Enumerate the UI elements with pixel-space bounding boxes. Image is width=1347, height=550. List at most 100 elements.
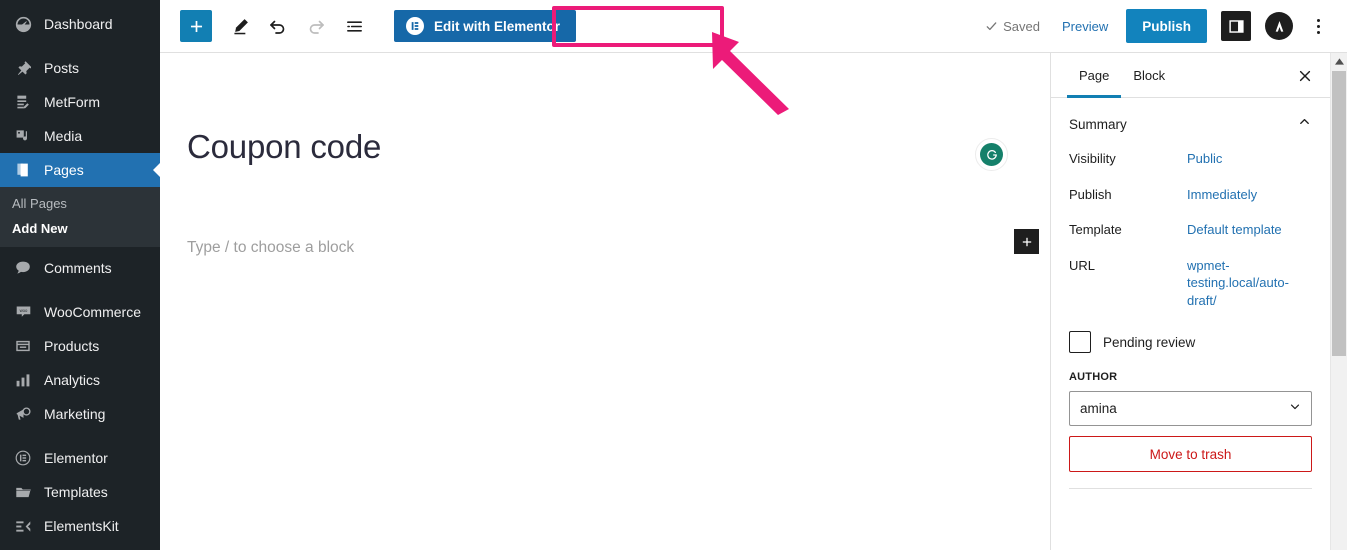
summary-row-url: URL wpmet-testing.local/auto-draft/ xyxy=(1069,257,1312,310)
svg-text:woo: woo xyxy=(19,308,27,313)
scrollbar-thumb[interactable] xyxy=(1332,71,1346,356)
sidebar-item-posts[interactable]: Posts xyxy=(0,51,160,85)
post-title[interactable]: Coupon code xyxy=(187,128,381,166)
pending-review-checkbox[interactable] xyxy=(1069,331,1091,354)
sidebar-item-label: Marketing xyxy=(44,406,106,422)
pending-review-label[interactable]: Pending review xyxy=(1103,335,1195,350)
sidebar-separator xyxy=(0,41,160,51)
summary-title: Summary xyxy=(1069,116,1127,132)
editor-canvas[interactable]: Coupon code Type / to choose a block xyxy=(160,53,1050,550)
edit-with-elementor-button[interactable]: Edit with Elementor xyxy=(394,10,577,42)
megaphone-icon xyxy=(12,404,34,424)
summary-row-visibility: Visibility Public xyxy=(1069,150,1312,168)
sidebar-item-pages[interactable]: Pages xyxy=(0,153,160,187)
products-icon xyxy=(12,336,34,356)
admin-sidebar: Dashboard Posts MetForm Media Pages All … xyxy=(0,0,160,550)
sidebar-item-label: Templates xyxy=(44,484,108,500)
inline-block-inserter[interactable] xyxy=(1014,229,1039,254)
editor-actions-group: Saved Preview Publish xyxy=(977,9,1333,43)
visibility-value-button[interactable]: Public xyxy=(1187,150,1222,168)
pages-icon xyxy=(12,160,34,180)
sidebar-item-media[interactable]: Media xyxy=(0,119,160,153)
tab-block[interactable]: Block xyxy=(1121,53,1177,97)
sidebar-item-label: Comments xyxy=(44,260,112,276)
editor-top-bar: Edit with Elementor Saved Preview Publis… xyxy=(160,0,1347,53)
template-value-button[interactable]: Default template xyxy=(1187,221,1282,239)
dashboard-icon xyxy=(12,14,34,34)
editor-tools-group: Edit with Elementor xyxy=(180,8,577,44)
check-icon xyxy=(986,21,997,30)
sidebar-item-templates[interactable]: Templates xyxy=(0,475,160,509)
more-vertical-icon xyxy=(1316,18,1320,34)
close-icon xyxy=(1299,70,1311,82)
pages-submenu: All Pages Add New xyxy=(0,187,160,247)
summary-section: Summary Visibility Public Publish Immedi… xyxy=(1051,98,1330,499)
summary-row-publish: Publish Immediately xyxy=(1069,186,1312,204)
sidebar-subitem-add-new[interactable]: Add New xyxy=(0,216,160,241)
sidebar-item-label: Pages xyxy=(44,162,84,178)
woo-icon: woo xyxy=(12,302,34,322)
folder-icon xyxy=(12,482,34,502)
options-menu-button[interactable] xyxy=(1303,9,1333,43)
scrollbar-up-arrow[interactable] xyxy=(1331,53,1347,70)
settings-panel-inner: Page Block Summary Visibility Public Pub… xyxy=(1051,53,1330,550)
sidebar-item-marketing[interactable]: Marketing xyxy=(0,397,160,431)
sidebar-separator xyxy=(0,285,160,295)
sidebar-item-metform[interactable]: MetForm xyxy=(0,85,160,119)
settings-sidebar-toggle[interactable] xyxy=(1221,11,1251,41)
settings-scrollbar[interactable] xyxy=(1330,53,1347,550)
sidebar-item-products[interactable]: Products xyxy=(0,329,160,363)
author-select[interactable]: amina xyxy=(1069,391,1312,427)
elementor-logo-icon xyxy=(406,17,424,35)
panel-divider xyxy=(1069,488,1312,490)
sidebar-item-woocommerce[interactable]: woo WooCommerce xyxy=(0,295,160,329)
move-to-trash-button[interactable]: Move to trash xyxy=(1069,436,1312,473)
row-key: URL xyxy=(1069,257,1096,273)
saved-status: Saved xyxy=(977,19,1048,34)
document-overview-button[interactable] xyxy=(336,8,372,44)
permalink-button[interactable]: wpmet-testing.local/auto-draft/ xyxy=(1187,257,1312,310)
form-icon xyxy=(12,92,34,112)
chevron-up-icon xyxy=(1297,114,1312,134)
analytics-icon xyxy=(12,370,34,390)
sidebar-item-dashboard[interactable]: Dashboard xyxy=(0,7,160,41)
sidebar-item-label: Media xyxy=(44,128,83,144)
sidebar-item-elementskit[interactable]: ElementsKit xyxy=(0,509,160,543)
sidebar-item-label: Products xyxy=(44,338,100,354)
edit-with-elementor-label: Edit with Elementor xyxy=(434,18,561,34)
editor-body: Coupon code Type / to choose a block Pag… xyxy=(160,53,1347,550)
settings-panel-tabs: Page Block xyxy=(1051,53,1330,98)
sidebar-item-analytics[interactable]: Analytics xyxy=(0,363,160,397)
publish-date-button[interactable]: Immediately xyxy=(1187,186,1257,204)
elementskit-icon xyxy=(12,516,34,536)
tab-page[interactable]: Page xyxy=(1067,53,1122,98)
sidebar-separator xyxy=(0,431,160,441)
grammarly-badge[interactable] xyxy=(975,138,1008,171)
undo-button[interactable] xyxy=(260,8,296,44)
sidebar-subitem-all-pages[interactable]: All Pages xyxy=(0,191,160,216)
pin-icon xyxy=(12,58,34,78)
saved-label: Saved xyxy=(1003,18,1040,34)
summary-row-template: Template Default template xyxy=(1069,221,1312,239)
publish-button[interactable]: Publish xyxy=(1126,9,1207,43)
sidebar-panel-icon xyxy=(1228,19,1244,33)
block-placeholder-text[interactable]: Type / to choose a block xyxy=(187,239,354,257)
sidebar-item-label: Analytics xyxy=(44,372,101,388)
plus-icon xyxy=(1022,237,1031,246)
block-inserter-button[interactable] xyxy=(180,10,212,42)
redo-button[interactable] xyxy=(298,8,334,44)
sidebar-item-label: Dashboard xyxy=(44,16,113,32)
media-icon xyxy=(12,126,34,146)
caret-up-icon xyxy=(1334,58,1344,65)
sidebar-item-elementor[interactable]: Elementor xyxy=(0,441,160,475)
wordpress-block-editor: Dashboard Posts MetForm Media Pages All … xyxy=(0,0,1347,550)
sidebar-item-comments[interactable]: Comments xyxy=(0,251,160,285)
sidebar-item-label: WooCommerce xyxy=(44,304,141,320)
close-settings-button[interactable] xyxy=(1290,61,1320,91)
author-select-wrap: amina xyxy=(1069,391,1312,427)
preview-button[interactable]: Preview xyxy=(1052,19,1118,34)
tools-pencil-button[interactable] xyxy=(222,8,258,44)
summary-header[interactable]: Summary xyxy=(1069,114,1312,134)
avatar[interactable] xyxy=(1265,12,1293,40)
settings-panel: Page Block Summary Visibility Public Pub… xyxy=(1050,53,1347,550)
